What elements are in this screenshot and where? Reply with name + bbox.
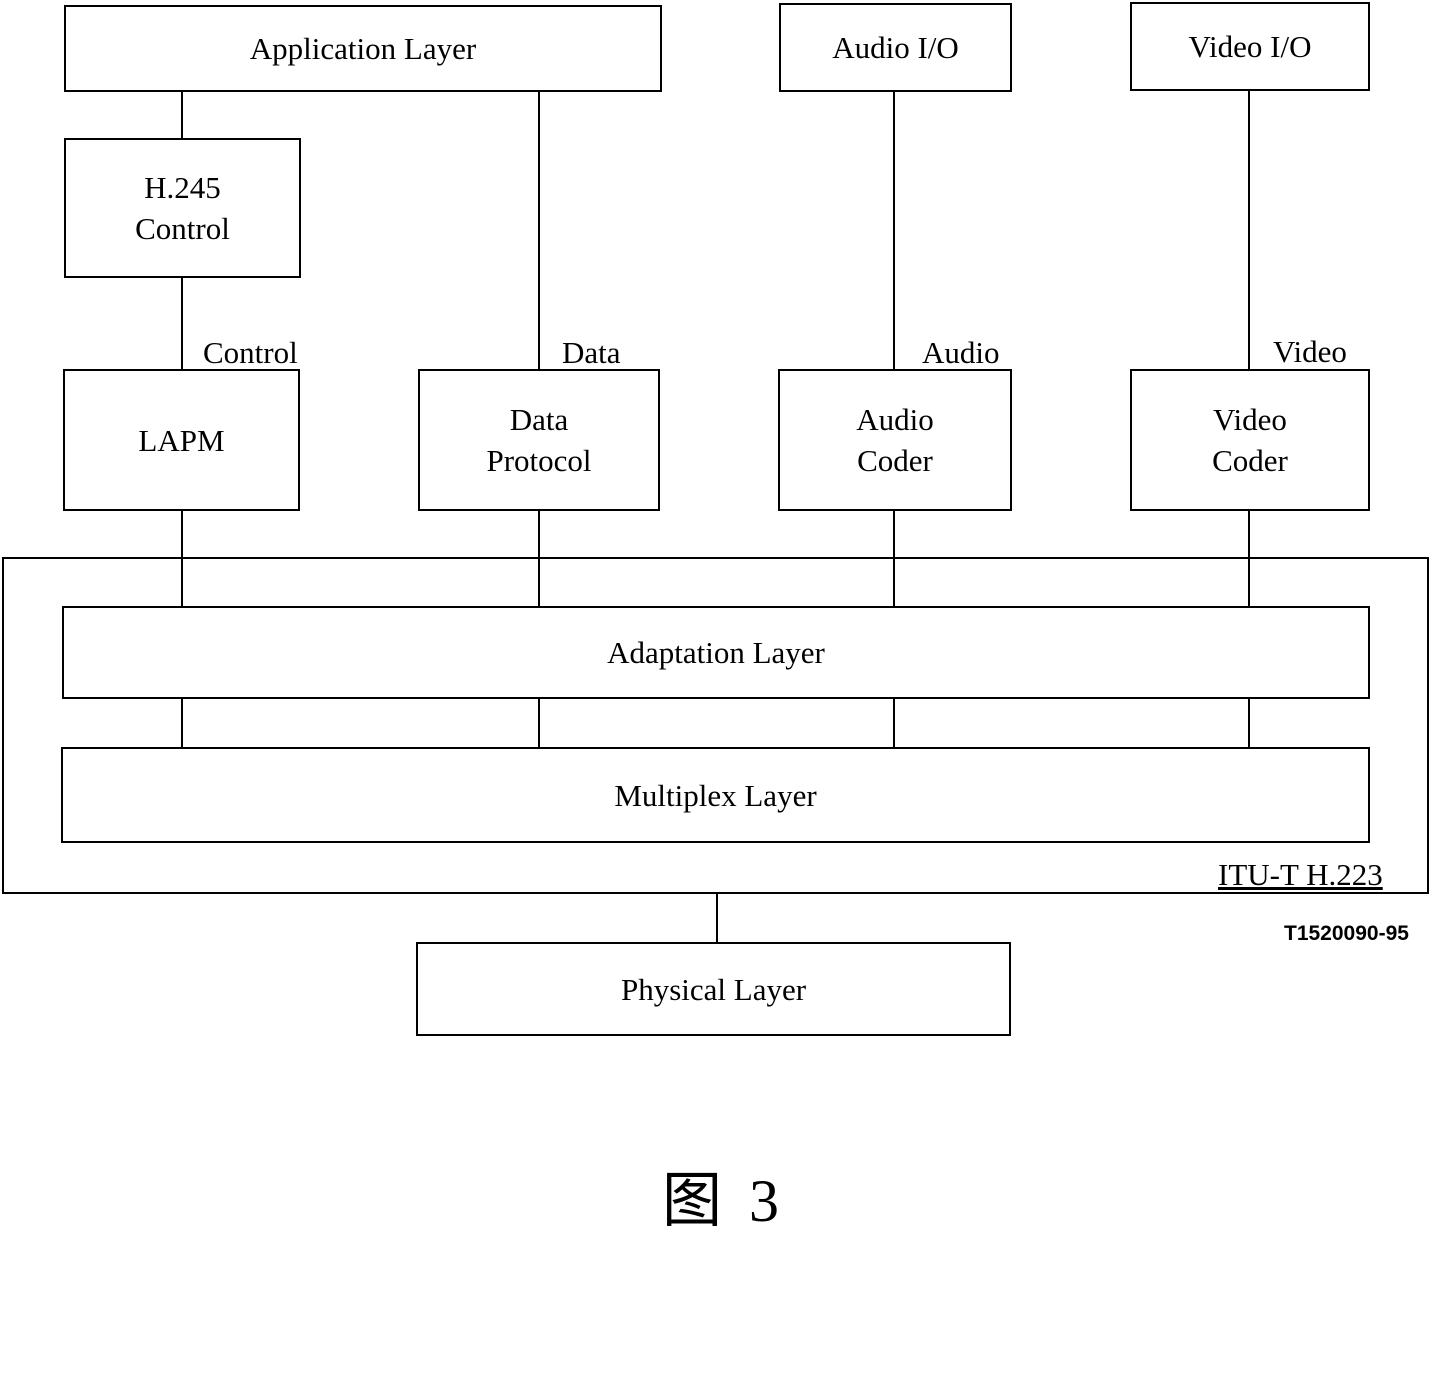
lapm-label: LAPM (138, 422, 225, 458)
connector-adapt-mux-1 (181, 697, 183, 748)
h245-control-box: H.245 Control (64, 138, 301, 278)
data-protocol-box: Data Protocol (418, 369, 660, 511)
connector-audioio-coder (893, 90, 895, 371)
audio-coder-box: Audio Coder (778, 369, 1012, 511)
figure-caption: 图 3 (662, 1168, 785, 1234)
connector-videoio-coder (1248, 90, 1250, 371)
multiplex-layer-label: Multiplex Layer (614, 777, 817, 813)
physical-layer-label: Physical Layer (620, 971, 807, 1007)
video-line-label: Video (1273, 334, 1347, 369)
lapm-box: LAPM (63, 369, 300, 511)
audio-io-label: Audio I/O (832, 30, 959, 65)
connector-adapt-mux-4 (1248, 697, 1250, 748)
h245-control-line2: Control (135, 211, 230, 246)
application-layer-box: Application Layer (64, 5, 662, 92)
audio-line-label: Audio (922, 335, 1000, 370)
itu-t-h223-label: ITU-T H.223 (1218, 857, 1383, 892)
connector-adapt-mux-3 (893, 697, 895, 748)
audio-io-box: Audio I/O (779, 3, 1012, 92)
data-protocol-line2: Protocol (486, 443, 592, 478)
physical-layer-box: Physical Layer (416, 942, 1011, 1036)
connector-adapt-mux-2 (538, 697, 540, 748)
audio-coder-line1: Audio (856, 402, 934, 437)
video-coder-line1: Video (1213, 402, 1287, 437)
connector-app-data (538, 90, 540, 371)
connector-lapm-adapt (181, 510, 183, 607)
video-io-box: Video I/O (1130, 2, 1370, 91)
control-line-label: Control (203, 335, 298, 370)
data-protocol-line1: Data (509, 402, 569, 437)
connector-app-h245 (181, 90, 183, 140)
adaptation-layer-label: Adaptation Layer (607, 635, 825, 670)
connector-data-adapt (538, 510, 540, 607)
video-io-label: Video I/O (1188, 29, 1312, 64)
data-line-label: Data (562, 335, 621, 370)
connector-video-adapt (1248, 510, 1250, 607)
video-coder-line2: Coder (1212, 443, 1288, 478)
connector-h245-lapm (181, 276, 183, 371)
multiplex-layer-box: Multiplex Layer (61, 747, 1370, 843)
adaptation-layer-box: Adaptation Layer (62, 606, 1370, 699)
audio-coder-line2: Coder (857, 443, 933, 478)
video-coder-box: Video Coder (1130, 369, 1370, 511)
h245-control-line1: H.245 (144, 170, 221, 205)
figure-id: T1520090-95 (1284, 922, 1409, 945)
connector-h223-physical (716, 894, 718, 944)
connector-audio-adapt (893, 510, 895, 607)
application-layer-label: Application Layer (249, 31, 477, 66)
